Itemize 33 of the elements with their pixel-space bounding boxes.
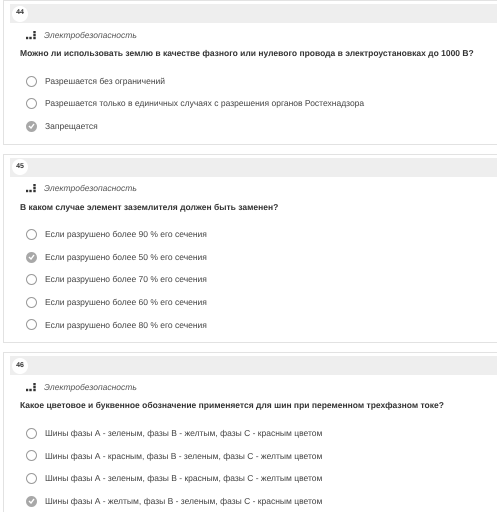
option-label: Запрещается [45,120,98,133]
dots-icon [26,184,37,194]
option-label: Шины фазы А - зеленым, фазы В - красным, фазы С - желтым цветом [45,472,322,485]
radio-button[interactable] [26,252,37,263]
category-label: Электробезопасность [44,380,137,394]
option-label: Если разрушено более 60 % его сечения [45,296,207,309]
category-label: Электробезопасность [44,28,137,42]
radio-button[interactable] [26,120,37,132]
option-label: Если разрушено более 90 % его сечения [45,228,207,241]
option-label: Разрешается только в единичных случаях с разрешения органов Ростехнадзора [45,97,364,110]
option-label: Шины фазы А - зеленым, фазы В - желтым, фазы С - красным цветом [45,426,322,440]
radio-button[interactable] [26,428,37,439]
dots-icon [26,382,37,392]
radio-button[interactable] [26,296,37,308]
radio-button[interactable] [26,319,37,330]
option-label: Если разрушено более 70 % его сечения [45,273,207,286]
option-label: Если разрушено более 80 % его сечения [45,318,207,332]
radio-button[interactable] [26,76,37,87]
question-text: В каком случае элемент заземлителя должен быть заменен? [20,200,280,214]
question-text: Можно ли использовать землю в качестве фазного или нулевого провода в электроустановках до 1000 В? [20,47,475,60]
category-label: Электробезопасность [44,182,137,195]
question-text: Какое цветовое и буквенное обозначение применяется для шин при переменном трехфазном токе? [20,399,445,412]
option-label: Шины фазы А - желтым, фазы В - зеленым, фазы С - красным цветом [45,494,322,508]
option-label: Шины фазы А - красным, фазы В - зеленым, фазы С - желтым цветом [45,450,322,462]
option-label: Разрешается без ограничений [45,74,166,88]
radio-button[interactable] [26,496,37,507]
radio-button[interactable] [26,450,37,462]
dots-icon [26,30,37,40]
radio-button[interactable] [26,274,37,286]
radio-button[interactable] [26,98,37,110]
option-label: Если разрушено более 50 % его сечения [45,250,207,264]
radio-button[interactable] [26,472,37,484]
radio-button[interactable] [26,229,37,240]
